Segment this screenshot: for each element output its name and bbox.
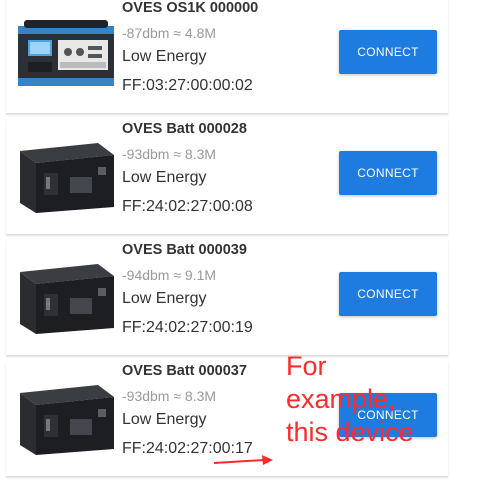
annotation-line: For <box>286 351 327 381</box>
portable-power-station-image <box>18 20 114 86</box>
mac-address: FF:03:27:00:00:02 <box>122 77 253 94</box>
connection-type: Low Energy <box>122 48 207 65</box>
device-card[interactable]: OVES OS1K 000000 -87dbm ≈ 4.8M Low Energ… <box>6 0 448 114</box>
battery-box-image <box>20 264 114 334</box>
connection-type: Low Energy <box>122 169 207 186</box>
device-name: OVES Batt 000039 <box>122 242 247 258</box>
connect-button[interactable]: CONNECT <box>339 272 437 316</box>
device-name: OVES OS1K 000000 <box>122 0 259 16</box>
signal-strength: -93dbm ≈ 8.3M <box>122 146 217 162</box>
device-card[interactable]: OVES Batt 000028 -93dbm ≈ 8.3M Low Energ… <box>6 119 448 235</box>
device-name: OVES Batt 000028 <box>122 121 247 137</box>
signal-strength: -93dbm ≈ 8.3M <box>122 388 217 404</box>
battery-box-image <box>20 385 114 455</box>
annotation-text: For example, this device <box>286 350 414 449</box>
connection-type: Low Energy <box>122 411 207 428</box>
connection-type: Low Energy <box>122 290 207 307</box>
signal-strength: -87dbm ≈ 4.8M <box>122 25 217 41</box>
battery-box-image <box>20 143 114 213</box>
device-name: OVES Batt 000037 <box>122 363 247 379</box>
connect-button[interactable]: CONNECT <box>339 30 437 74</box>
device-scan-screen: OVES OS1K 000000 -87dbm ≈ 4.8M Low Energ… <box>0 0 503 484</box>
connect-button[interactable]: CONNECT <box>339 151 437 195</box>
signal-strength: -94dbm ≈ 9.1M <box>122 267 217 283</box>
annotation-line: example, <box>286 384 396 414</box>
device-card[interactable]: OVES Batt 000039 -94dbm ≈ 9.1M Low Energ… <box>6 240 448 356</box>
annotation-arrow-icon <box>213 455 273 465</box>
mac-address: FF:24:02:27:00:19 <box>122 319 253 336</box>
mac-address: FF:24:02:27:00:08 <box>122 198 253 215</box>
annotation-line: this device <box>286 417 414 447</box>
